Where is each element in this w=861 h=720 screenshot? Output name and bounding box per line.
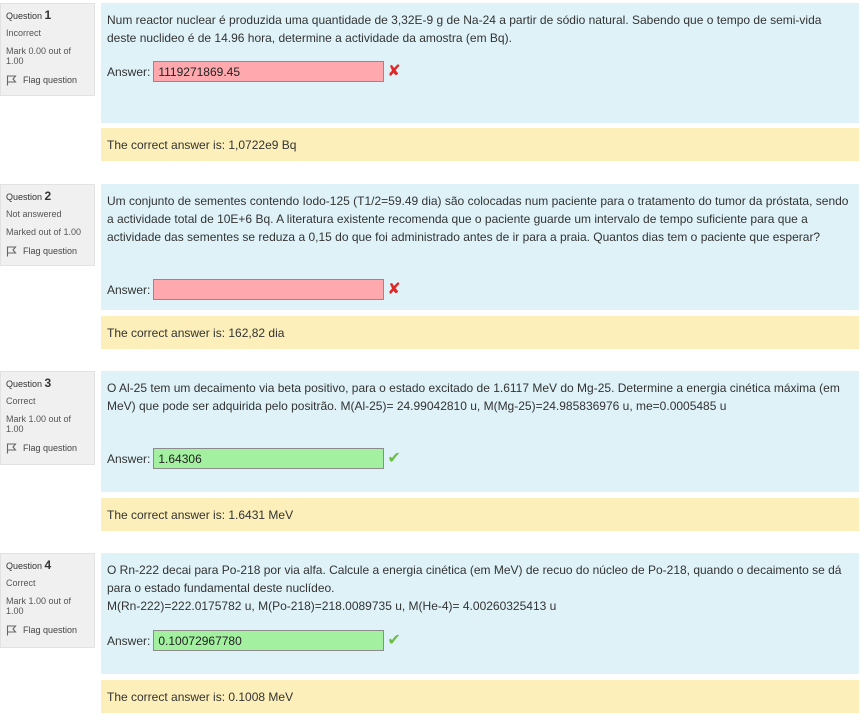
question-state: Correct	[6, 396, 36, 406]
answer-label: Answer:	[107, 282, 151, 297]
answer-row: Answer: ✘	[107, 61, 401, 82]
correct-answer-feedback: The correct answer is: 1,0722e9 Bq	[101, 128, 859, 161]
correct-answer-feedback: The correct answer is: 162,82 dia	[101, 316, 859, 349]
flag-icon	[6, 74, 17, 85]
incorrect-icon: ✘	[387, 62, 401, 80]
feedback-text: The correct answer is: 0.1008 MeV	[107, 689, 294, 704]
question-grade: Mark 0.00 out of 1.00	[6, 46, 72, 66]
answer-input[interactable]	[153, 448, 385, 469]
flag-icon	[6, 442, 17, 453]
answer-input[interactable]	[153, 279, 385, 300]
question-info: Question 3 Correct Mark 1.00 out of 1.00…	[0, 371, 95, 465]
flag-question-link[interactable]: Flag question	[6, 245, 90, 257]
question-info: Question 1 Incorrect Mark 0.00 out of 1.…	[0, 3, 95, 96]
answer-input[interactable]	[153, 630, 385, 651]
question-content: Um conjunto de sementes contendo Iodo-12…	[101, 184, 859, 310]
question-content: O Rn-222 decai para Po-218 por via alfa.…	[101, 553, 859, 674]
question-number: Question 4	[6, 558, 52, 572]
answer-row: Answer: ✔	[107, 630, 401, 651]
question-content: Num reactor nuclear é produzida uma quan…	[101, 3, 859, 123]
correct-check-icon: ✔	[387, 449, 401, 467]
flag-icon	[6, 245, 17, 256]
answer-row: Answer: ✘	[107, 279, 401, 300]
question-info: Question 2 Not answered Marked out of 1.…	[0, 184, 95, 266]
answer-row: Answer: ✔	[107, 448, 401, 469]
question-state: Correct	[6, 578, 36, 588]
question-content: O Al-25 tem um decaimento via beta posit…	[101, 371, 859, 492]
answer-label: Answer:	[107, 633, 151, 648]
answer-input[interactable]	[153, 61, 385, 82]
correct-check-icon: ✔	[387, 631, 401, 649]
correct-answer-feedback: The correct answer is: 1.6431 MeV	[101, 498, 859, 531]
feedback-text: The correct answer is: 1,0722e9 Bq	[107, 137, 297, 152]
question-text: Um conjunto de sementes contendo Iodo-12…	[107, 194, 849, 244]
question-grade: Mark 1.00 out of 1.00	[6, 596, 72, 616]
question-text: Num reactor nuclear é produzida uma quan…	[107, 13, 822, 45]
flag-question-link[interactable]: Flag question	[6, 74, 90, 86]
question-grade: Mark 1.00 out of 1.00	[6, 414, 72, 434]
flag-question-link[interactable]: Flag question	[6, 442, 90, 454]
question-text: O Al-25 tem um decaimento via beta posit…	[107, 381, 840, 413]
incorrect-icon: ✘	[387, 280, 401, 298]
flag-question-link[interactable]: Flag question	[6, 624, 90, 636]
correct-answer-feedback: The correct answer is: 0.1008 MeV	[101, 680, 859, 713]
question-info: Question 4 Correct Mark 1.00 out of 1.00…	[0, 553, 95, 648]
question-number: Question 1	[6, 8, 52, 22]
question-text: O Rn-222 decai para Po-218 por via alfa.…	[107, 561, 853, 615]
question-state: Incorrect	[6, 28, 42, 38]
question-grade: Marked out of 1.00	[6, 227, 82, 237]
question-number: Question 2	[6, 189, 52, 203]
question-number: Question 3	[6, 376, 52, 390]
answer-label: Answer:	[107, 64, 151, 79]
question-text-line: O Rn-222 decai para Po-218 por via alfa.…	[107, 563, 842, 595]
feedback-text: The correct answer is: 1.6431 MeV	[107, 507, 294, 522]
flag-icon	[6, 624, 17, 635]
question-state: Not answered	[6, 209, 62, 219]
feedback-text: The correct answer is: 162,82 dia	[107, 325, 285, 340]
answer-label: Answer:	[107, 451, 151, 466]
question-text-line: M(Rn-222)=222.0175782 u, M(Po-218)=218.0…	[107, 599, 557, 613]
